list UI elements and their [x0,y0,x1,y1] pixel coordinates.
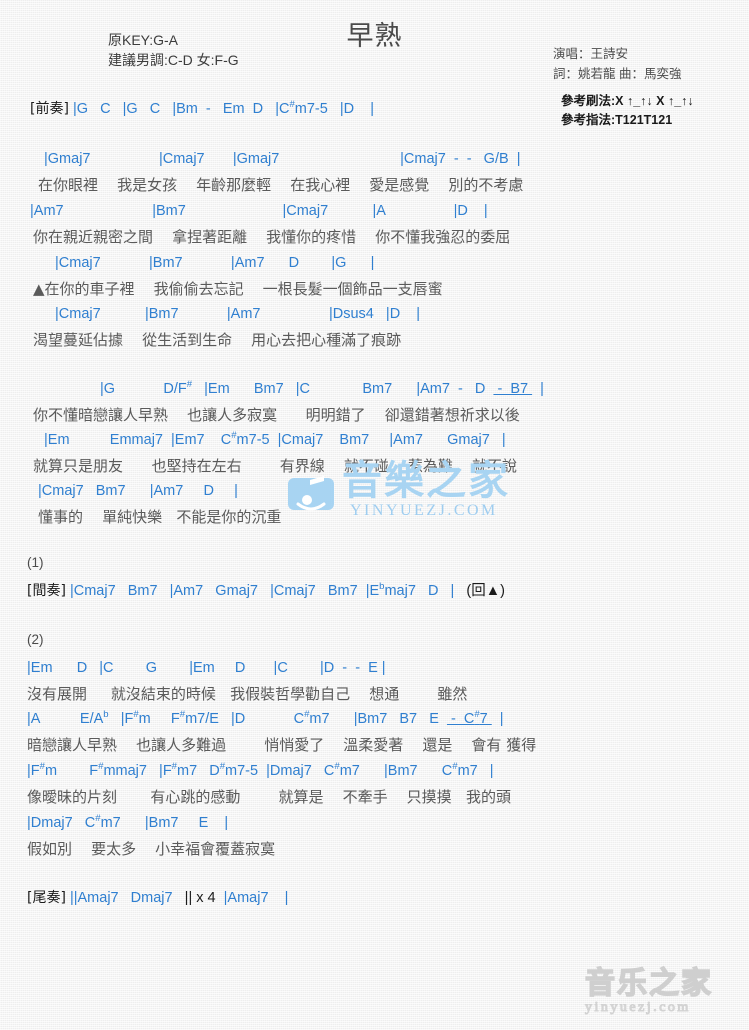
outro-chords: ||Amaj7 Dmaj7 || x 4 |Amaj7 | [65,890,289,906]
original-key: 原KEY:G-A [108,32,179,48]
outro-chord-row: [尾奏] ||Amaj7 Dmaj7 || x 4 |Amaj7 | [27,887,749,909]
verse1-lyric-row-1: 在你眼裡 我是女孩 年齡那麼輕 在我心裡 愛是感覺 別的不考慮 [38,176,524,194]
verse1-chord-row-3: |Cmaj7 |Bm7 |Am7 D |G | [55,255,375,271]
chord-sheet-page: 早熟 原KEY:G-A 建議男調:C-D 女:F-G 演唱：王詩安 詞：姚若龍 … [0,0,749,1030]
verse1-lyric-row-4: 渴望蔓延佔據 從生活到生命 用心去把心種滿了痕跡 [33,331,402,349]
outro-section-label: [尾奏] [27,890,66,906]
verse2-chord-row-1: |Em D |C G |Em D |C |D - - E | [27,660,386,676]
verse1-chord-row-2: |Am7 |Bm7 |Cmaj7 |A |D | [30,203,488,219]
chorus-lyric-row-2: 就算只是朋友 也堅持在左右 有界線 就不碰 惹為難 就不說 [33,457,517,475]
watermark-bottom-main-text: 音乐之家 [584,966,713,1001]
chorus-chord-row-2: |Em Emmaj7 |Em7 C#m7-5 |Cmaj7 Bm7 |Am7 G… [44,430,506,448]
verse1-chord-row-1: |Gmaj7 |Cmaj7 |Gmaj7 |Cmaj7 - - G/B | [44,151,521,167]
watermark-bottom-sub-text: yinyuezj.com [585,1000,691,1016]
credits-block: 演唱：王詩安 詞：姚若龍 曲：馬奕強 [553,44,733,84]
singer-credit: 演唱：王詩安 [553,47,629,61]
interlude-chords: |Cmaj7 Bm7 |Am7 Gmaj7 |Cmaj7 Bm7 |Ebmaj7… [65,581,505,599]
verse2-chord-row-3: |F#m F#mmaj7 |F#m7 D#m7-5 |Dmaj7 C#m7 |B… [27,761,494,779]
watermark-bottom: 音乐之家 yinyuezj.com [584,966,740,1024]
intro-chord-row: [前奏] |G C |G C |Bm - Em D |C#m7-5 |D | [30,98,749,120]
interlude-chord-row: [間奏] |Cmaj7 Bm7 |Am7 Gmaj7 |Cmaj7 Bm7 |E… [27,580,749,602]
key-info-block: 原KEY:G-A 建議男調:C-D 女:F-G [108,30,239,70]
verse1-lyric-row-2: 你在親近親密之間 拿捏著距離 我懂你的疼惜 你不懂我強忍的委屈 [33,228,511,246]
chorus-lyric-row-1: 你不懂暗戀讓人早熟 也讓人多寂寞 明明錯了 卻還錯著想祈求以後 [33,406,520,424]
chorus-chord-row-1: |G D/F# |Em Bm7 |C Bm7 |Am7 - D - B7 | [100,379,544,397]
writer-credit: 詞：姚若龍 曲：馬奕強 [553,67,682,81]
verse1-lyric-row-3: ▲在你的車子裡 我偷偷去忘記 一根長髮一個飾品一支唇蜜 [33,280,443,298]
chorus-chord-row-3: |Cmaj7 Bm7 |Am7 D | [38,483,238,499]
verse1-chord-row-4: |Cmaj7 |Bm7 |Am7 |Dsus4 |D | [55,306,421,322]
verse2-chord-row-4: |Dmaj7 C#m7 |Bm7 E | [27,813,229,831]
verse2-lyric-row-4: 假如別 要太多 小幸福會覆蓋寂寞 [27,840,276,858]
suggested-key: 建議男調:C-D 女:F-G [108,52,239,68]
chorus-lyric-row-3: 懂事的 單純快樂 不能是你的沉重 [38,508,282,526]
verse2-lyric-row-3: 像曖昧的片刻 有心跳的感動 就算是 不牽手 只摸摸 我的頭 [27,788,511,806]
intro-chords: |G C |G C |Bm - Em D |C#m7-5 |D | [68,99,375,117]
verse2-chord-row-2: |A E/Ab |F#m F#m7/E |D C#m7 |Bm7 B7 E - … [27,709,504,727]
verse2-lyric-row-2: 暗戀讓人早熟 也讓人多難過 悄悄愛了 溫柔愛著 還是 會有 獲得 [27,736,537,754]
verse-marker-2: (2) [27,632,44,647]
verse2-lyric-row-1: 沒有展開 就沒結束的時候 我假裝哲學勸自己 想通 雖然 [27,685,468,703]
verse-marker-1: (1) [27,555,44,570]
interlude-section-label: [間奏] [27,583,66,599]
intro-section-label: [前奏] [30,101,69,117]
